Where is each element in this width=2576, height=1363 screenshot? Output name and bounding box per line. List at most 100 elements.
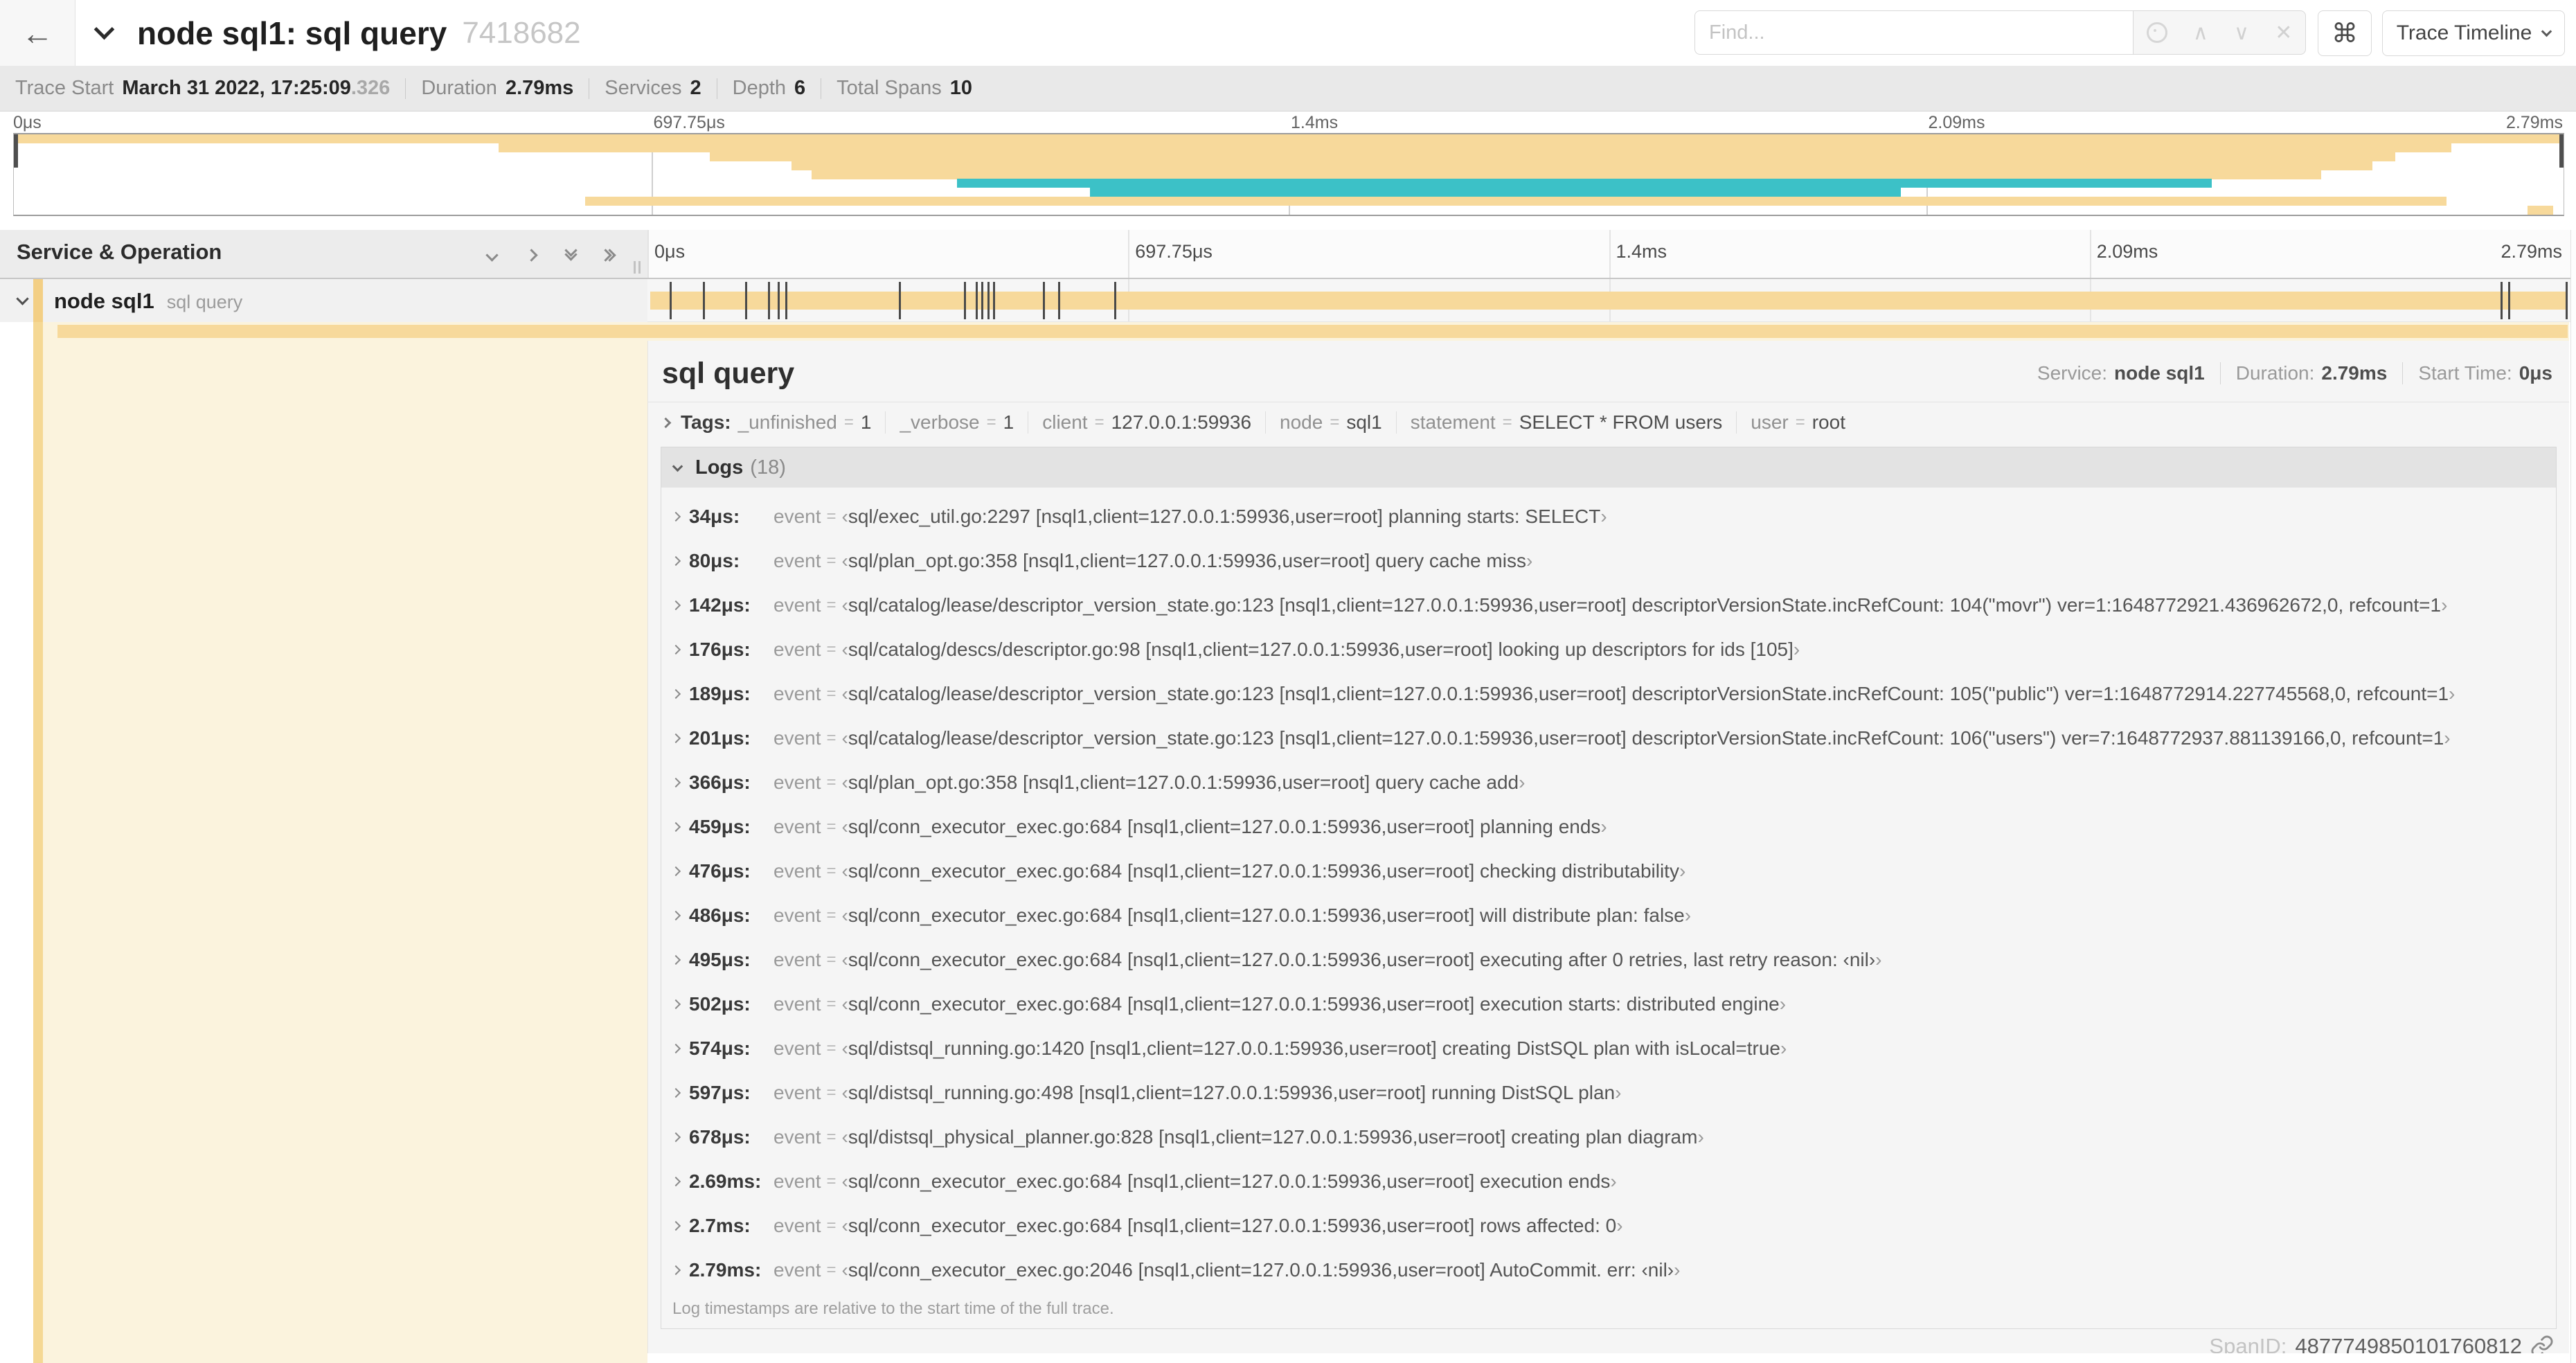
locate-icon[interactable] bbox=[2146, 22, 2167, 43]
equals-sign: = bbox=[826, 507, 837, 526]
close-angle-quote: › bbox=[1697, 1126, 1704, 1148]
span-row-label-cell[interactable]: node sql1 sql query bbox=[0, 279, 647, 322]
log-expander-chevron-icon bbox=[670, 511, 681, 522]
back-button[interactable]: ← bbox=[0, 0, 75, 66]
tag-key: client bbox=[1042, 411, 1088, 433]
log-row[interactable]: 201μs: event = ‹ sql/catalog/lease/descripto… bbox=[661, 716, 2556, 760]
tag-value: root bbox=[1812, 411, 1845, 433]
start-time-value: 0μs bbox=[2519, 362, 2552, 384]
log-expander-chevron-icon bbox=[670, 999, 681, 1010]
clear-find-icon[interactable]: ✕ bbox=[2275, 21, 2292, 45]
tags-row[interactable]: Tags: _unfinished = 1 _verbose = 1 client = 127.… bbox=[648, 402, 2569, 443]
log-field-key: event bbox=[773, 1215, 821, 1236]
log-timestamp: 142μs: bbox=[689, 594, 751, 616]
span-row: node sql1 sql query bbox=[0, 279, 2576, 322]
log-row[interactable]: 80μs: event = ‹ sql/plan_opt.go:358 [nsql1,c… bbox=[661, 539, 2556, 583]
tag-item: client = 127.0.0.1:59936 bbox=[1042, 411, 1251, 434]
span-id-row: SpanID: 4877749850101760812 bbox=[648, 1329, 2569, 1353]
log-field-value: sql/conn_executor_exec.go:684 [nsql1,cli… bbox=[848, 905, 1685, 926]
log-expander-chevron-icon bbox=[670, 821, 681, 832]
log-field-key: event bbox=[773, 506, 821, 527]
ruler-tick-label: 697.75μs bbox=[1135, 241, 1213, 262]
log-field-value: sql/conn_executor_exec.go:684 [nsql1,cli… bbox=[848, 816, 1601, 837]
collapse-one-icon[interactable] bbox=[485, 248, 499, 262]
log-field-value: sql/catalog/descs/descriptor.go:98 [nsql… bbox=[848, 639, 1794, 660]
expand-all-icon[interactable] bbox=[599, 248, 616, 262]
prev-result-icon[interactable]: ∧ bbox=[2193, 21, 2208, 45]
log-row[interactable]: 459μs: event = ‹ sql/conn_executor_exec.go:6… bbox=[661, 805, 2556, 849]
log-row[interactable]: 366μs: event = ‹ sql/plan_opt.go:358 [nsql1,… bbox=[661, 760, 2556, 805]
ruler-tick-line bbox=[1609, 230, 1611, 278]
close-angle-quote: › bbox=[1793, 639, 1800, 660]
chevron-down-icon bbox=[2541, 26, 2552, 37]
collapse-trace-chevron-icon[interactable] bbox=[93, 19, 115, 40]
log-timestamp: 80μs: bbox=[689, 550, 740, 571]
log-row[interactable]: 486μs: event = ‹ sql/conn_executor_exec.go:6… bbox=[661, 893, 2556, 938]
log-row[interactable]: 2.69ms: event = ‹ sql/conn_executor_exec.go:… bbox=[661, 1159, 2556, 1204]
span-collapse-chevron-icon[interactable] bbox=[16, 292, 29, 305]
view-selector-button[interactable]: Trace Timeline bbox=[2382, 10, 2565, 56]
detail-span-bar[interactable] bbox=[57, 325, 2568, 338]
log-expander-chevron-icon bbox=[670, 866, 681, 877]
minimap-right-scrubber-handle[interactable] bbox=[2559, 134, 2564, 168]
log-marker-tick bbox=[702, 282, 705, 319]
keyboard-shortcuts-button[interactable]: ⌘ bbox=[2318, 10, 2372, 56]
span-color-accent bbox=[33, 279, 43, 322]
tags-expander-chevron-icon bbox=[660, 417, 672, 428]
log-field-key: event bbox=[773, 1170, 821, 1192]
link-icon[interactable] bbox=[2530, 1335, 2554, 1353]
span-service-name: node sql1 bbox=[54, 289, 154, 313]
tag-item: _verbose = 1 bbox=[900, 411, 1014, 434]
log-row[interactable]: 2.7ms: event = ‹ sql/conn_executor_exec.go:6… bbox=[661, 1204, 2556, 1248]
log-row[interactable]: 502μs: event = ‹ sql/conn_executor_exec.go:6… bbox=[661, 982, 2556, 1026]
close-angle-quote: › bbox=[1674, 1259, 1681, 1281]
log-marker-tick bbox=[992, 282, 995, 319]
log-row[interactable]: 189μs: event = ‹ sql/catalog/lease/descripto… bbox=[661, 672, 2556, 716]
log-row[interactable]: 495μs: event = ‹ sql/conn_executor_exec.go:6… bbox=[661, 938, 2556, 982]
tag-item: statement = SELECT * FROM users bbox=[1411, 411, 1723, 434]
minimap-canvas[interactable] bbox=[13, 133, 2564, 216]
page-title: node sql1: sql query bbox=[137, 15, 447, 51]
minimap-span-bar bbox=[957, 179, 2212, 188]
log-row[interactable]: 142μs: event = ‹ sql/catalog/lease/descripto… bbox=[661, 583, 2556, 627]
log-expander-chevron-icon bbox=[670, 1087, 681, 1098]
column-resizer-handle[interactable] bbox=[634, 261, 641, 274]
find-input[interactable] bbox=[1694, 10, 2133, 55]
log-row[interactable]: 678μs: event = ‹ sql/distsql_physical_planne… bbox=[661, 1115, 2556, 1159]
log-row[interactable]: 574μs: event = ‹ sql/distsql_running.go:1420… bbox=[661, 1026, 2556, 1071]
logs-header[interactable]: Logs (18) bbox=[661, 447, 2556, 488]
open-angle-quote: ‹ bbox=[841, 506, 848, 527]
open-angle-quote: ‹ bbox=[841, 949, 848, 970]
depth-label: Depth bbox=[732, 77, 787, 99]
expand-one-icon[interactable] bbox=[525, 248, 538, 262]
tag-item: user = root bbox=[1751, 411, 1845, 434]
equals-sign: = bbox=[826, 1083, 837, 1102]
equals-sign: = bbox=[826, 817, 837, 836]
log-expander-chevron-icon bbox=[670, 1220, 681, 1231]
log-timestamp: 201μs: bbox=[689, 727, 751, 749]
log-field-key: event bbox=[773, 860, 821, 882]
log-row[interactable]: 597μs: event = ‹ sql/distsql_running.go:498 … bbox=[661, 1071, 2556, 1115]
next-result-icon[interactable]: ∨ bbox=[2234, 21, 2249, 45]
span-row-timeline-cell[interactable] bbox=[647, 279, 2570, 322]
equals-sign: = bbox=[1502, 413, 1512, 431]
total-spans-value: 10 bbox=[949, 77, 972, 99]
total-spans-label: Total Spans bbox=[837, 77, 942, 99]
log-marker-tick bbox=[964, 282, 967, 319]
log-row[interactable]: 34μs: event = ‹ sql/exec_util.go:2297 [nsql1… bbox=[661, 495, 2556, 539]
log-row[interactable]: 2.79ms: event = ‹ sql/conn_executor_exec.go:… bbox=[661, 1248, 2556, 1292]
log-marker-tick bbox=[981, 282, 984, 319]
equals-sign: = bbox=[826, 729, 837, 747]
minimap-tick-label: 1.4ms bbox=[1291, 113, 1339, 132]
trace-summary-bar: Trace Start March 31 2022, 17:25:09.326 … bbox=[0, 66, 2576, 112]
tag-separator bbox=[1265, 411, 1267, 434]
span-duration-bar[interactable] bbox=[650, 292, 2566, 310]
log-row[interactable]: 476μs: event = ‹ sql/conn_executor_exec.go:6… bbox=[661, 849, 2556, 893]
detail-title: sql query bbox=[662, 356, 795, 390]
log-row[interactable]: 176μs: event = ‹ sql/catalog/descs/descripto… bbox=[661, 627, 2556, 672]
tag-key: _unfinished bbox=[737, 411, 837, 433]
ruler-tick-line bbox=[1128, 230, 1130, 278]
log-field-key: event bbox=[773, 594, 821, 616]
minimap-left-scrubber-handle[interactable] bbox=[14, 134, 18, 168]
collapse-all-icon[interactable] bbox=[564, 244, 578, 263]
